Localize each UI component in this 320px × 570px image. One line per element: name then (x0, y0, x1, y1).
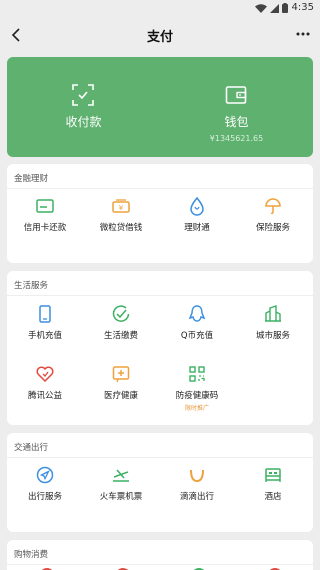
tile-label: 保险服务 (255, 223, 290, 233)
mobile-topup-tile[interactable]: 手机充值 (7, 304, 83, 352)
didi-icon (190, 469, 204, 483)
status-bar: 4:35 (0, 0, 320, 16)
tencent-charity-tile[interactable]: 腾讯公益 (7, 364, 83, 412)
health-code-tile[interactable]: 防疫健康码 限时推广 (159, 364, 235, 412)
receive-pay-button[interactable]: 收付款 (7, 57, 160, 157)
qr-code-icon (189, 366, 205, 382)
utility-payment-tile[interactable]: 生活缴费 (83, 304, 159, 352)
tile-label: 防疫健康码 (175, 391, 219, 401)
section-life-services: 生活服务 手机充值 生活缴费 Q币充值 城市服务 腾讯公益 医疗健康 防疫健康码… (7, 271, 313, 425)
qq-penguin-icon (188, 305, 206, 322)
qcoin-topup-tile[interactable]: Q币充值 (159, 304, 235, 352)
tile-label: 生活缴费 (103, 331, 138, 341)
weilidai-loan-tile[interactable]: ¥ 微粒贷借钱 (83, 196, 159, 244)
phone-icon (39, 305, 51, 323)
wallet-icon (225, 86, 247, 104)
hotel-tile[interactable]: 酒店 (235, 465, 311, 513)
section-shopping: 购物消费 (7, 540, 313, 570)
status-time: 4:35 (291, 2, 314, 13)
umbrella-icon (265, 198, 281, 215)
divider (7, 295, 313, 296)
divider (7, 188, 313, 189)
pay-card: 收付款 钱包 ¥1345621.65 (7, 57, 313, 157)
city-services-tile[interactable]: 城市服务 (235, 304, 311, 352)
status-icons (255, 3, 288, 13)
section-title: 交通出行 (14, 443, 49, 453)
tile-label: 信用卡还款 (23, 223, 67, 233)
navigation-arrow-icon (36, 466, 54, 484)
tile-label: Q币充值 (180, 331, 214, 341)
didi-ride-tile[interactable]: 滴滴出行 (159, 465, 235, 513)
divider (7, 564, 313, 565)
scan-code-icon (72, 84, 94, 106)
divider (7, 457, 313, 458)
more-options-icon[interactable] (296, 31, 310, 37)
wallet-button[interactable]: 钱包 ¥1345621.65 (160, 57, 313, 157)
tile-label: 出行服务 (27, 492, 62, 502)
credit-card-icon (36, 199, 54, 213)
tile-label: 理财通 (184, 223, 210, 233)
tile-label: 手机充值 (27, 331, 62, 341)
section-title: 生活服务 (14, 281, 49, 291)
tile-label: 滴滴出行 (179, 492, 214, 502)
tile-label: 医疗健康 (103, 391, 138, 401)
tile-label: 腾讯公益 (27, 391, 62, 401)
battery-icon (282, 3, 288, 13)
wallet-balance: ¥1345621.65 (209, 134, 264, 143)
droplet-icon (190, 196, 204, 216)
section-title: 购物消费 (14, 550, 49, 560)
mobility-services-tile[interactable]: 出行服务 (7, 465, 83, 513)
credit-card-repay-tile[interactable]: 信用卡还款 (7, 196, 83, 244)
train-flight-tickets-tile[interactable]: 火车票机票 (83, 465, 159, 513)
medical-cross-icon (112, 366, 130, 383)
tile-label: 酒店 (264, 492, 282, 502)
section-travel: 交通出行 出行服务 火车票机票 滴滴出行 酒店 (7, 433, 313, 532)
nav-bar: 支付 (0, 18, 320, 52)
insurance-tile[interactable]: 保险服务 (235, 196, 311, 244)
cash-icon: ¥ (112, 199, 130, 213)
bed-icon (265, 468, 281, 482)
svg-text:¥: ¥ (119, 204, 124, 212)
tile-label: 微粒贷借钱 (99, 223, 143, 233)
section-finance: 金融理财 信用卡还款 ¥ 微粒贷借钱 理财通 保险服务 (7, 164, 313, 263)
tile-label: 火车票机票 (99, 492, 143, 502)
check-circle-icon (112, 305, 130, 322)
signal-icon (270, 3, 279, 13)
wallet-label: 钱包 (224, 115, 249, 129)
wealth-management-tile[interactable]: 理财通 (159, 196, 235, 244)
promo-tag: 限时推广 (184, 405, 209, 412)
plane-train-icon (113, 469, 129, 482)
heart-icon (36, 366, 54, 383)
medical-health-tile[interactable]: 医疗健康 (83, 364, 159, 412)
tile-label: 城市服务 (255, 331, 290, 341)
buildings-icon (265, 305, 281, 322)
page-title: 支付 (146, 30, 173, 45)
section-title: 金融理财 (14, 174, 49, 184)
wifi-icon (255, 3, 267, 13)
receive-pay-label: 收付款 (65, 115, 102, 129)
